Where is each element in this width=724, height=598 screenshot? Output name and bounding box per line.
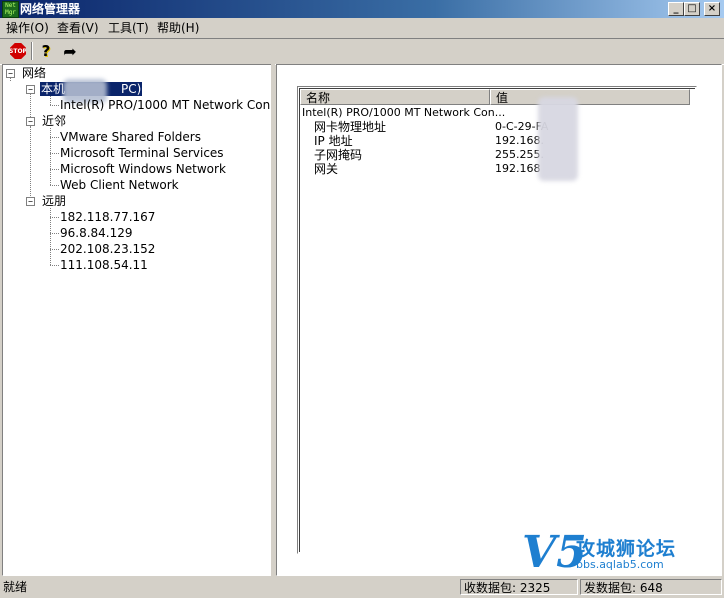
minimize-button[interactable]: _ [668,2,684,16]
title-bar[interactable]: Net Mgr 网络管理器 _ □ × [0,0,724,18]
tree-expander-local[interactable]: − [26,85,35,94]
forward-arrow-icon: ➦ [63,41,77,61]
status-sent-packets: 发数据包: 648 [580,579,722,595]
tree-line [50,217,59,218]
tree-node-local-suffix: PC) [121,82,142,96]
network-tree[interactable]: − 网络 − 本机 PC) Intel(R) PRO/1000 MT Networ… [2,64,272,576]
tree-node-neighbors[interactable]: 近邻 [42,114,66,128]
tree-node-web-client-network[interactable]: Web Client Network [60,178,179,192]
tree-line [50,153,59,154]
forward-button[interactable]: ➦ [59,41,81,61]
status-received-packets: 收数据包: 2325 [460,579,578,595]
tree-line [50,105,59,106]
tree-line [50,169,59,170]
tree-node-local-label: 本机 [41,82,66,96]
tree-node-remote-ip[interactable]: 111.108.54.11 [60,258,148,272]
toolbar: STOP ? ➦ [0,38,724,65]
tree-node-terminal-services[interactable]: Microsoft Terminal Services [60,146,224,160]
close-button[interactable]: × [704,2,720,16]
toolbar-separator [31,42,33,60]
row-name-mac[interactable]: 网卡物理地址 [314,120,386,134]
tree-node-remote[interactable]: 远朋 [42,194,66,208]
pane-splitter[interactable] [271,64,275,576]
network-manager-app-icon: Net Mgr [2,1,19,18]
maximize-button[interactable]: □ [684,2,700,16]
watermark: V5 攻城狮论坛 bbs.aqlab5.com [518,530,724,580]
watermark-url: bbs.aqlab5.com [576,558,664,571]
watermark-title: 攻城狮论坛 [576,538,677,560]
help-button[interactable]: ? [35,41,57,61]
row-value-subnet[interactable]: 255.255. [495,148,544,162]
tree-expander-neighbors[interactable]: − [26,117,35,126]
tree-node-vmware-shared-folders[interactable]: VMware Shared Folders [60,130,201,144]
stop-icon: STOP [10,43,26,59]
redacted-blur [538,97,578,181]
menu-help[interactable]: 帮助(H) [157,20,199,36]
window-title: 网络管理器 [20,2,81,16]
tree-node-remote-ip[interactable]: 182.118.77.167 [60,210,155,224]
column-header-name[interactable]: 名称 [300,89,490,105]
help-icon: ? [41,42,51,60]
menu-bar: 操作(O) 查看(V) 工具(T) 帮助(H) [0,18,724,37]
tree-line [50,137,59,138]
tree-line [50,96,51,105]
tree-line [30,126,31,198]
tree-node-intel-nic[interactable]: Intel(R) PRO/1000 MT Network Connection [60,98,271,112]
tree-node-remote-ip[interactable]: 202.108.23.152 [60,242,155,256]
tree-line [50,249,59,250]
status-bar: 就绪 收数据包: 2325 发数据包: 648 [0,577,724,598]
stop-button[interactable]: STOP [7,41,29,61]
tree-node-network[interactable]: 网络 [22,66,46,80]
row-value-gateway[interactable]: 192.168 [495,162,541,176]
tree-line [50,233,59,234]
row-name-ip[interactable]: IP 地址 [314,134,353,148]
status-ready: 就绪 [3,580,28,594]
list-group-row[interactable]: Intel(R) PRO/1000 MT Network Con... [302,106,505,120]
details-listview[interactable]: 名称 值 Intel(R) PRO/1000 MT Network Con...… [297,86,697,554]
tree-expander-remote[interactable]: − [26,197,35,206]
tree-node-remote-ip[interactable]: 96.8.84.129 [60,226,133,240]
tree-line [30,94,31,117]
tree-line [50,185,59,186]
menu-view[interactable]: 查看(V) [57,20,99,36]
tree-line [10,78,11,81]
tree-expander-root[interactable]: − [6,69,15,78]
tree-node-windows-network[interactable]: Microsoft Windows Network [60,162,226,176]
tree-line [50,265,59,266]
menu-action[interactable]: 操作(O) [6,20,49,36]
menu-tools[interactable]: 工具(T) [108,20,149,36]
main-window: Net Mgr 网络管理器 _ □ × 操作(O) 查看(V) 工具(T) 帮助… [0,0,724,598]
row-name-gateway[interactable]: 网关 [314,162,338,176]
row-value-ip[interactable]: 192.168. [495,134,544,148]
details-pane: 名称 值 Intel(R) PRO/1000 MT Network Con...… [276,64,722,576]
column-header-value[interactable]: 值 [490,89,690,105]
listview-client: 名称 值 Intel(R) PRO/1000 MT Network Con...… [299,88,695,552]
row-name-subnet[interactable]: 子网掩码 [314,148,362,162]
